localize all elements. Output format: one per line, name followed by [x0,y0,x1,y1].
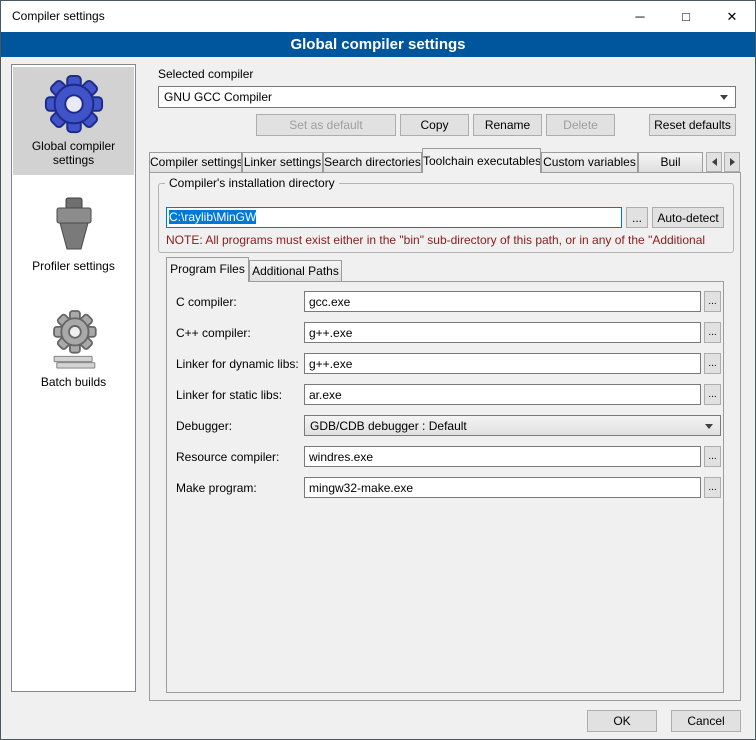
dynamic-linker-browse-button[interactable]: ... [704,353,721,374]
debugger-label: Debugger: [176,419,232,433]
installation-directory-input[interactable]: C:\raylib\MinGW [166,207,622,228]
tab-scroll-right-button[interactable] [724,152,740,172]
static-linker-label: Linker for static libs: [176,388,282,402]
make-program-label: Make program: [176,481,257,495]
cancel-button[interactable]: Cancel [671,710,741,732]
subtab-program-files[interactable]: Program Files [166,257,249,282]
window-title: Compiler settings [12,9,105,23]
c-compiler-label: C compiler: [176,295,237,309]
cpp-compiler-input[interactable] [304,322,701,343]
close-button[interactable]: ✕ [709,1,755,32]
arrow-right-icon [730,158,735,166]
dynamic-linker-input[interactable] [304,353,701,374]
title-bar[interactable]: Compiler settings ─ □ ✕ [1,1,755,32]
tab-search-directories[interactable]: Search directories [323,152,422,172]
ok-button[interactable]: OK [587,710,657,732]
cpp-compiler-browse-button[interactable]: ... [704,322,721,343]
static-linker-browse-button[interactable]: ... [704,384,721,405]
installation-directory-value: C:\raylib\MinGW [169,210,256,224]
sidebar-item-profiler-settings[interactable]: Profiler settings [13,189,134,281]
resource-compiler-label: Resource compiler: [176,450,279,464]
gear-gray-icon [15,309,132,371]
subtab-additional-paths[interactable]: Additional Paths [249,260,342,281]
page-title: Global compiler settings [1,32,755,57]
selected-compiler-label: Selected compiler [158,67,253,81]
installation-directory-group-title: Compiler's installation directory [165,176,339,190]
maximize-button[interactable]: □ [663,1,709,32]
make-program-input[interactable] [304,477,701,498]
tab-linker-settings[interactable]: Linker settings [242,152,323,172]
note-text: NOTE: All programs must exist either in … [166,233,726,247]
sidebar-item-label: Batch builds [15,375,132,389]
cpp-compiler-label: C++ compiler: [176,326,251,340]
selected-compiler-select[interactable]: GNU GCC Compiler [158,86,736,108]
chevron-down-icon [720,95,728,100]
selected-compiler-value: GNU GCC Compiler [164,90,272,104]
make-program-browse-button[interactable]: ... [704,477,721,498]
sidebar-item-label: Global compiler settings [15,139,132,167]
profiler-tool-icon [15,195,132,255]
settings-category-list: Global compiler settings Profiler settin… [11,64,136,692]
minimize-button[interactable]: ─ [617,1,663,32]
tab-custom-variables[interactable]: Custom variables [541,152,638,172]
tab-toolchain-executables[interactable]: Toolchain executables [422,148,541,173]
c-compiler-browse-button[interactable]: ... [704,291,721,312]
tab-scroll-left-button[interactable] [706,152,722,172]
debugger-select[interactable]: GDB/CDB debugger : Default [304,415,721,436]
reset-defaults-button[interactable]: Reset defaults [649,114,736,136]
gear-blue-icon [15,73,132,135]
resource-compiler-input[interactable] [304,446,701,467]
static-linker-input[interactable] [304,384,701,405]
set-as-default-button[interactable]: Set as default [256,114,396,136]
sidebar-item-global-compiler-settings[interactable]: Global compiler settings [13,67,134,175]
delete-button[interactable]: Delete [546,114,615,136]
compiler-settings-dialog: Compiler settings ─ □ ✕ Global compiler … [0,0,756,740]
sidebar-item-label: Profiler settings [15,259,132,273]
debugger-value: GDB/CDB debugger : Default [310,419,467,433]
arrow-left-icon [712,158,717,166]
resource-compiler-browse-button[interactable]: ... [704,446,721,467]
dynamic-linker-label: Linker for dynamic libs: [176,357,299,371]
sidebar-item-batch-builds[interactable]: Batch builds [13,303,134,397]
tab-build-options-clipped[interactable]: Buil [638,152,703,172]
rename-button[interactable]: Rename [473,114,542,136]
copy-button[interactable]: Copy [400,114,469,136]
c-compiler-input[interactable] [304,291,701,312]
chevron-down-icon [705,424,713,429]
tab-compiler-settings[interactable]: Compiler settings [149,152,242,172]
